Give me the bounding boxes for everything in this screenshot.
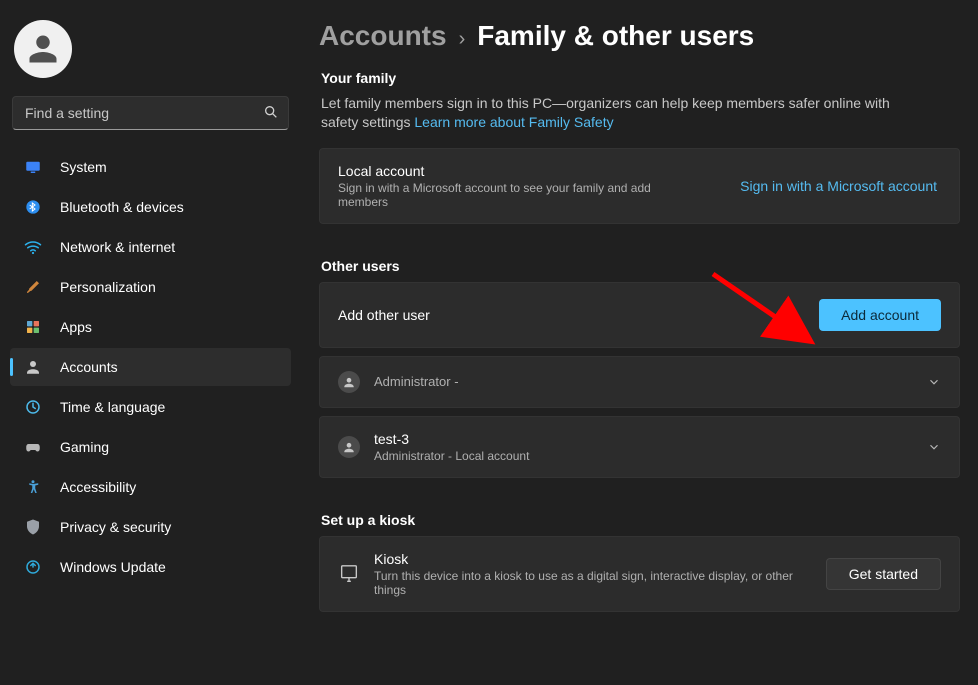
sign-in-microsoft-link[interactable]: Sign in with a Microsoft account [740,178,941,194]
user-role: Administrator - Local account [374,449,734,463]
kiosk-get-started-button[interactable]: Get started [826,558,941,590]
add-other-user-label: Add other user [338,307,805,323]
local-account-card: Local account Sign in with a Microsoft a… [319,148,960,224]
apps-icon [24,318,42,336]
nav-item-label: Accessibility [60,479,136,495]
nav-item-accounts[interactable]: Accounts [10,348,291,386]
nav-item-label: Accounts [60,359,118,375]
person-icon [25,31,61,67]
family-learn-more-link[interactable]: Learn more about Family Safety [414,114,613,130]
main-content: Accounts › Family & other users Your fam… [297,0,978,685]
add-other-user-card: Add other user Add account [319,282,960,348]
local-account-title: Local account [338,163,726,179]
accessibility-icon [24,478,42,496]
user-row[interactable]: test-3 Administrator - Local account [319,416,960,478]
chevron-down-icon [927,440,941,454]
bluetooth-icon [24,198,42,216]
kiosk-heading: Set up a kiosk [321,512,960,528]
kiosk-sub: Turn this device into a kiosk to use as … [374,569,794,597]
chevron-down-icon [927,375,941,389]
wifi-icon [24,238,42,256]
breadcrumb-parent[interactable]: Accounts [319,20,447,52]
local-account-sub: Sign in with a Microsoft account to see … [338,181,698,209]
family-heading: Your family [321,70,960,86]
user-name: Administrator - [374,374,734,389]
breadcrumb: Accounts › Family & other users [319,20,960,52]
person-icon [338,371,360,393]
kiosk-card: Kiosk Turn this device into a kiosk to u… [319,536,960,612]
nav-item-apps[interactable]: Apps [10,308,291,346]
kiosk-icon [338,563,360,585]
nav-item-label: Privacy & security [60,519,171,535]
shield-icon [24,518,42,536]
add-account-button[interactable]: Add account [819,299,941,331]
nav-item-bluetooth[interactable]: Bluetooth & devices [10,188,291,226]
chevron-right-icon: › [459,28,466,51]
nav-item-time-language[interactable]: Time & language [10,388,291,426]
paintbrush-icon [24,278,42,296]
nav-item-personalization[interactable]: Personalization [10,268,291,306]
search-wrap [10,96,291,144]
nav-item-gaming[interactable]: Gaming [10,428,291,466]
system-icon [24,158,42,176]
nav-item-label: Windows Update [60,559,166,575]
update-icon [24,558,42,576]
search-input[interactable] [12,96,289,130]
sidebar: System Bluetooth & devices Network & int… [0,0,297,685]
gaming-icon [24,438,42,456]
page-title: Family & other users [477,20,754,52]
user-name: test-3 [374,431,913,447]
nav-item-system[interactable]: System [10,148,291,186]
nav-item-label: Time & language [60,399,165,415]
person-icon [338,436,360,458]
nav-item-label: Bluetooth & devices [60,199,184,215]
clock-globe-icon [24,398,42,416]
kiosk-title: Kiosk [374,551,812,567]
nav-item-windows-update[interactable]: Windows Update [10,548,291,586]
nav-item-privacy-security[interactable]: Privacy & security [10,508,291,546]
accounts-icon [24,358,42,376]
nav-item-label: Personalization [60,279,156,295]
nav-item-network[interactable]: Network & internet [10,228,291,266]
nav-list: System Bluetooth & devices Network & int… [10,144,291,586]
other-users-heading: Other users [321,258,960,274]
user-row[interactable]: Administrator - [319,356,960,408]
nav-item-label: Apps [60,319,92,335]
user-avatar [14,20,72,78]
nav-item-label: Network & internet [60,239,175,255]
user-block[interactable] [10,0,291,96]
nav-item-accessibility[interactable]: Accessibility [10,468,291,506]
nav-item-label: System [60,159,107,175]
nav-item-label: Gaming [60,439,109,455]
family-description: Let family members sign in to this PC—or… [321,94,931,132]
